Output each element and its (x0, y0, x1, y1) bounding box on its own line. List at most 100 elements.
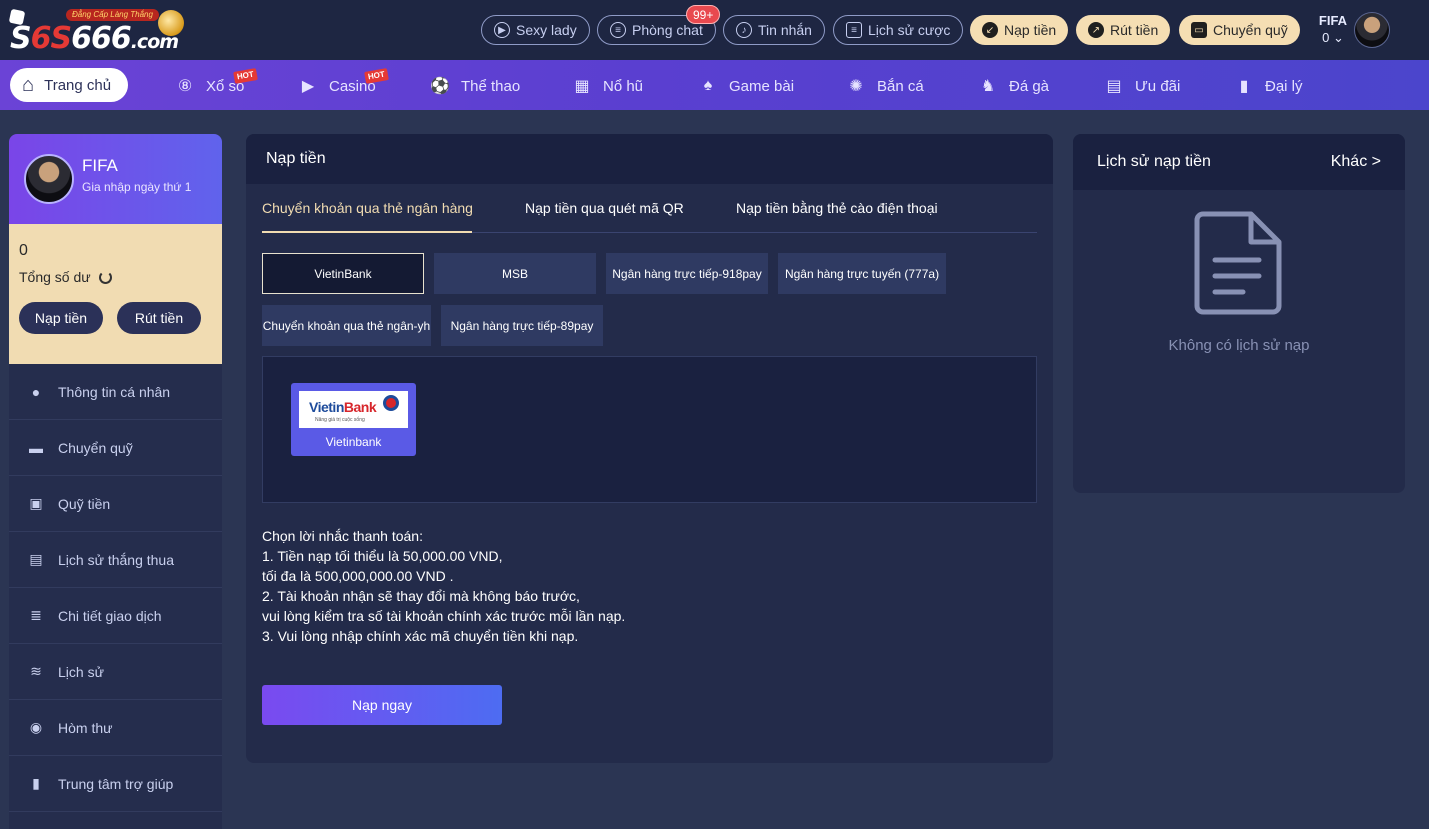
wallet-icon: ▭ (1191, 22, 1207, 38)
user-balance: 0 ⌄ (1322, 30, 1344, 45)
play-circle-icon: ▶ (494, 22, 510, 38)
avatar[interactable] (24, 154, 74, 204)
nav-item-cockfight[interactable]: ♞ Đá gà (977, 73, 1049, 99)
fish-icon: ✺ (849, 78, 863, 95)
sidebar-item-personal-info[interactable]: ● Thông tin cá nhân (9, 364, 222, 420)
withdraw-header-button[interactable]: ↗ Rút tiền (1076, 15, 1171, 45)
total-balance-value: 0 (19, 242, 28, 259)
sidebar-withdraw-button[interactable]: Rút tiền (117, 302, 201, 334)
bet-history-button[interactable]: ≡ Lịch sử cược (833, 15, 964, 45)
vietinbank-emblem-icon (383, 395, 399, 411)
list-icon: ≡ (846, 22, 862, 38)
nav-item-casino[interactable]: ▶ Casino HOT (297, 67, 389, 99)
user-menu[interactable]: FIFA 0 ⌄ (1316, 13, 1350, 46)
bank-option-yh[interactable]: Chuyển khoản qua thẻ ngân-yh (262, 305, 431, 346)
hot-badge: HOT (233, 67, 258, 84)
main-nav: ⌂ Trang chủ ⑧ Xổ số HOT ▶ Casino HOT ⚽ Thể… (0, 60, 1429, 110)
sidebar-item-history[interactable]: ≋ Lịch sử (9, 644, 222, 700)
slots-icon: ▦ (574, 78, 590, 95)
fund-icon: ▣ (29, 495, 43, 511)
hot-badge: HOT (364, 67, 389, 84)
soccer-icon: ⚽ (430, 78, 450, 95)
lottery-icon: ⑧ (177, 78, 193, 95)
sidebar-item-help-center[interactable]: ▮ Trung tâm trợ giúp (9, 756, 222, 812)
sidebar-item-mailbox[interactable]: ◉ Hòm thư (9, 700, 222, 756)
nav-item-promotions[interactable]: ▤ Ưu đãi (1103, 73, 1180, 99)
deposit-now-button[interactable]: Nạp ngay (262, 685, 502, 725)
nav-item-sports[interactable]: ⚽ Thể thao (429, 73, 520, 99)
coin-icon (158, 10, 184, 36)
profile-name: FIFA (82, 156, 118, 175)
sidebar-item-transaction-details[interactable]: ≣ Chi tiết giao dịch (9, 588, 222, 644)
payment-notes: Chọn lời nhắc thanh toán: 1. Tiền nạp tố… (262, 528, 626, 644)
history-header: Lịch sử nạp tiền Khác > (1073, 134, 1405, 190)
site-logo[interactable]: Đẳng Cấp Làng Thắng S6S666.com (8, 8, 185, 56)
tab-qr-deposit[interactable]: Nạp tiền qua quét mã QR (525, 200, 684, 216)
profile-card: FIFA Gia nhập ngày thứ 1 (9, 134, 222, 224)
nav-item-lottery[interactable]: ⑧ Xổ số HOT (174, 67, 258, 99)
deposit-tabs: Chuyển khoản qua thẻ ngân hàng Nạp tiền … (262, 184, 1037, 233)
logo-wordmark: S6S666.com (10, 21, 179, 56)
page-title: Nạp tiền (246, 134, 1053, 184)
sidebar: FIFA Gia nhập ngày thứ 1 0 Tổng số dư Nạ… (9, 134, 222, 829)
tab-bank-transfer[interactable]: Chuyển khoản qua thẻ ngân hàng (262, 200, 473, 216)
deposit-panel: Nạp tiền Chuyển khoản qua thẻ ngân hàng … (246, 134, 1053, 763)
empty-history-message: Không có lịch sử nạp (1168, 337, 1310, 354)
chevron-down-icon: ⌄ (1332, 30, 1344, 45)
bank-option-777a[interactable]: Ngân hàng trực tuyến (777a) (778, 253, 946, 294)
wallet-icon: ▬ (29, 439, 43, 456)
transfer-header-button[interactable]: ▭ Chuyển quỹ (1179, 15, 1300, 45)
book-icon: ▮ (32, 775, 40, 791)
cards-icon: ♠ (703, 77, 713, 94)
bank-tile-vietinbank[interactable]: VietinBank Nâng giá trị cuộc sống Vietin… (291, 383, 416, 456)
sexy-lady-button[interactable]: ▶ Sexy lady (481, 15, 590, 45)
bank-option-msb[interactable]: MSB (434, 253, 596, 294)
nav-item-slots[interactable]: ▦ Nổ hũ (571, 73, 643, 99)
total-balance-label: Tổng số dư (19, 269, 112, 285)
active-tab-indicator (262, 231, 472, 233)
nav-item-fishing[interactable]: ✺ Bắn cá (845, 73, 923, 99)
bank-tile-label: Vietinbank (325, 435, 382, 449)
coins-icon: ≋ (30, 663, 42, 679)
deposit-header-button[interactable]: ↙ Nạp tiền (970, 15, 1069, 45)
gift-icon: ▤ (1106, 78, 1122, 95)
username: FIFA (1318, 13, 1348, 28)
top-header: Đẳng Cấp Làng Thắng S6S666.com ▶ Sexy la… (0, 0, 1429, 60)
nav-item-home[interactable]: ⌂ Trang chủ (10, 68, 128, 102)
refresh-icon[interactable] (98, 270, 112, 284)
arrow-up-right-icon: ↗ (1088, 22, 1104, 38)
tab-phone-card-deposit[interactable]: Nạp tiền bằng thẻ cào điện thoại (736, 200, 938, 216)
sidebar-menu: ● Thông tin cá nhân ▬ Chuyển quỹ ▣ Quỹ tiền… (9, 364, 222, 812)
bank-option-89pay[interactable]: Ngân hàng trực tiếp-89pay (441, 305, 603, 346)
logo-slogan: Đẳng Cấp Làng Thắng (66, 9, 159, 21)
sidebar-item-transfer[interactable]: ▬ Chuyển quỹ (9, 420, 222, 476)
nav-item-card-games[interactable]: ♠ Game bài (697, 73, 794, 99)
bank-list: VietinBank Nâng giá trị cuộc sống Vietin… (262, 356, 1037, 503)
bank-option-918pay[interactable]: Ngân hàng trực tiếp-918pay (606, 253, 768, 294)
chat-icon: ≡ (610, 22, 626, 38)
bell-icon: ♪ (736, 22, 752, 38)
join-day: Gia nhập ngày thứ 1 (82, 180, 192, 194)
bank-option-vietinbank[interactable]: VietinBank (262, 253, 424, 294)
user-icon: ● (31, 383, 41, 400)
messages-button[interactable]: ♪ Tin nhắn (723, 15, 825, 45)
avatar[interactable] (1354, 12, 1390, 48)
wallet-card: 0 Tổng số dư (9, 224, 222, 364)
arrow-down-left-icon: ↙ (982, 22, 998, 38)
deposit-history-panel: Lịch sử nạp tiền Khác > Không có lịch sử… (1073, 134, 1405, 493)
home-icon: ⌂ (22, 73, 35, 96)
history-title: Lịch sử nạp tiền (1097, 153, 1211, 170)
clipboard-icon: ▤ (29, 551, 43, 567)
vietinbank-logo: VietinBank Nâng giá trị cuộc sống (299, 391, 408, 428)
history-more-link[interactable]: Khác > (1331, 153, 1381, 171)
nav-item-agent[interactable]: ▮ Đại lý (1233, 73, 1303, 99)
sidebar-item-win-loss-history[interactable]: ▤ Lịch sử thắng thua (9, 532, 222, 588)
sidebar-deposit-button[interactable]: Nạp tiền (19, 302, 103, 334)
document-icon (1194, 211, 1282, 315)
mailbox-icon: ◉ (29, 719, 43, 735)
rooster-icon: ♞ (980, 78, 996, 95)
agent-icon: ▮ (1239, 78, 1249, 95)
bars-icon: ≣ (30, 607, 42, 623)
sidebar-item-fund[interactable]: ▣ Quỹ tiền (9, 476, 222, 532)
chat-count-badge: 99+ (686, 5, 721, 24)
